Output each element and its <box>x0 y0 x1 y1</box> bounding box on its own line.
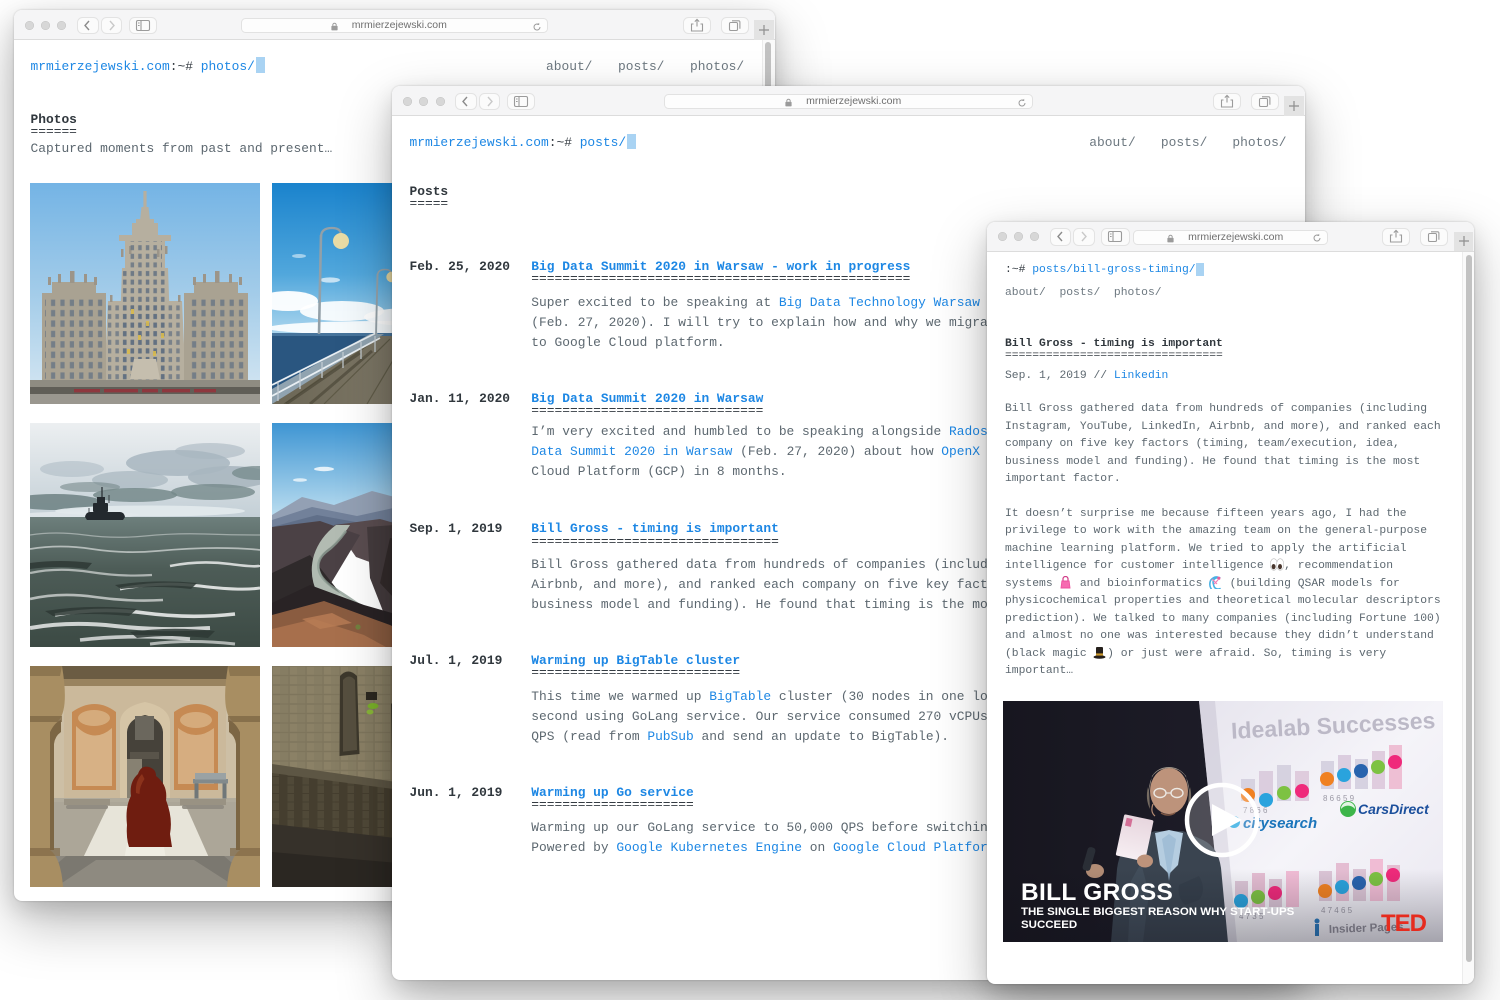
svg-text:TED: TED <box>1381 909 1427 936</box>
svg-text:THE SINGLE BIGGEST REASON WHY: THE SINGLE BIGGEST REASON WHY START-UPS <box>1021 905 1295 917</box>
svg-text:CarsDirect: CarsDirect <box>1358 800 1430 816</box>
svg-text:SUCCEED: SUCCEED <box>1021 918 1077 930</box>
svg-text:BILL GROSS: BILL GROSS <box>1021 878 1173 905</box>
